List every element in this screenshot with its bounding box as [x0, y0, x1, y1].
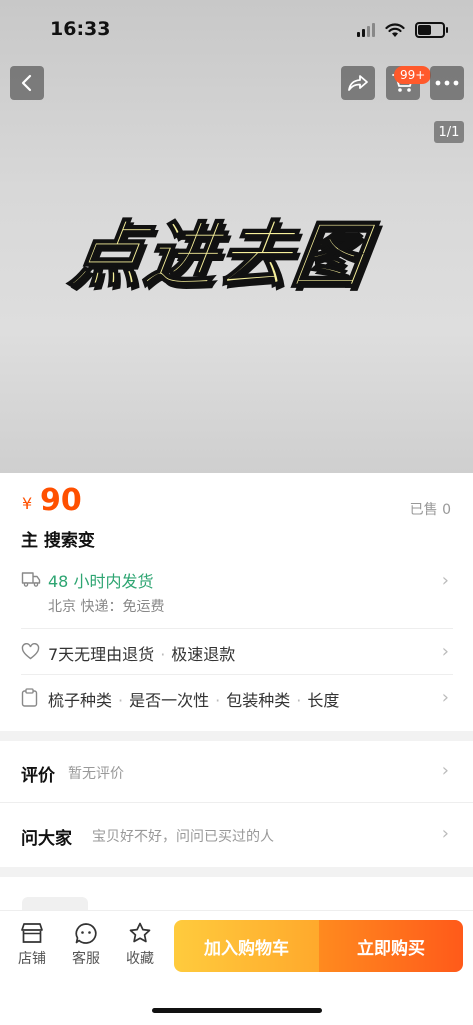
- price: 90: [40, 483, 82, 518]
- signal-icon: [357, 23, 375, 37]
- ask-title: 问大家: [21, 829, 72, 849]
- share-icon: [348, 75, 368, 91]
- chevron-right-icon: ›: [441, 823, 449, 844]
- more-icon: [435, 80, 459, 86]
- attribute-item: 梳子种类: [48, 691, 113, 710]
- attribute-item: 长度: [307, 691, 340, 710]
- heart-icon: [21, 643, 40, 660]
- attribute-list: 梳子种类 · 是否一次性 · 包装种类 · 长度: [48, 687, 339, 711]
- shipping-headline: 48 小时内发货: [48, 572, 154, 591]
- attribute-item: 是否一次性: [129, 691, 210, 710]
- chat-icon: [75, 923, 97, 944]
- reviews-title: 评价: [21, 766, 55, 786]
- price-symbol: ¥: [22, 494, 33, 513]
- add-to-cart-button[interactable]: 加入购物车: [174, 920, 319, 972]
- favorite-label: 收藏: [126, 951, 154, 967]
- buy-now-button[interactable]: 立即购买: [319, 920, 463, 972]
- shipping-detail: 北京 快递：免运费: [48, 599, 165, 615]
- clipboard-icon: [21, 688, 38, 707]
- service-label: 客服: [72, 951, 100, 967]
- reviews-subtitle: 暂无评价: [68, 766, 124, 782]
- store-icon: [21, 923, 43, 943]
- attribute-item: 包装种类: [226, 691, 291, 710]
- service-list: 7天无理由退货 · 极速退款: [48, 641, 235, 665]
- chevron-right-icon: ›: [441, 687, 449, 708]
- separator-dot: ·: [118, 691, 124, 710]
- chevron-right-icon: ›: [441, 641, 449, 662]
- chevron-right-icon: ›: [441, 760, 449, 781]
- separator-dot: ·: [215, 691, 221, 710]
- separator-dot: ·: [160, 645, 166, 664]
- divider: [21, 674, 453, 675]
- status-time: 16:33: [50, 18, 111, 40]
- image-pager: 1/1: [434, 121, 464, 143]
- divider: [21, 628, 453, 629]
- status-icons: [357, 22, 448, 38]
- service-item: 极速退款: [171, 645, 236, 664]
- back-button[interactable]: [10, 66, 44, 100]
- ask-subtitle: 宝贝好不好，问问已买过的人: [92, 829, 274, 845]
- store-label: 店铺: [18, 951, 46, 967]
- service-item: 7天无理由退货: [48, 645, 155, 664]
- divider: [0, 802, 473, 803]
- store-tab[interactable]: 店铺: [12, 922, 52, 968]
- chevron-right-icon: ›: [441, 570, 449, 591]
- cart-badge: 99+: [394, 66, 432, 84]
- hero-text: 点进去图: [64, 212, 374, 298]
- favorite-tab[interactable]: 收藏: [120, 922, 160, 968]
- sold-count: 已售 0: [409, 502, 451, 518]
- chevron-left-icon: [21, 74, 32, 92]
- more-button[interactable]: [430, 66, 464, 100]
- separator-dot: ·: [296, 691, 302, 710]
- share-button[interactable]: [341, 66, 375, 100]
- battery-icon: [415, 22, 448, 38]
- customer-service-tab[interactable]: 客服: [66, 922, 106, 968]
- wifi-icon: [385, 22, 405, 37]
- product-title: 主 搜索变: [21, 531, 95, 551]
- home-indicator: [152, 1008, 322, 1013]
- star-icon: [129, 922, 151, 943]
- truck-icon: [21, 572, 41, 587]
